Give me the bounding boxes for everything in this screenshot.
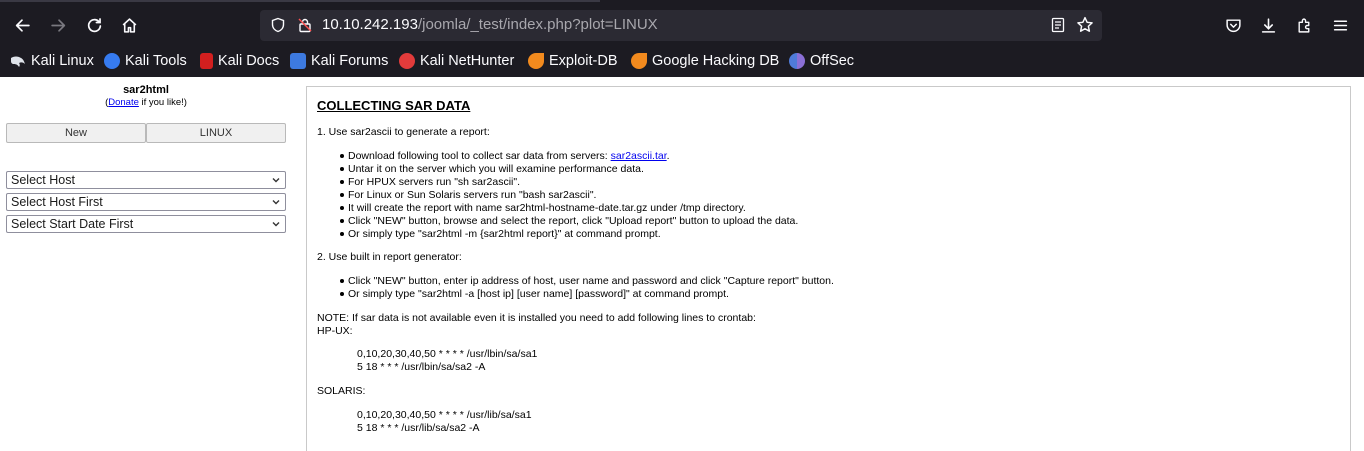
bookmark-star-icon[interactable] (1076, 16, 1094, 34)
url-bar[interactable]: 10.10.242.193/joomla/_test/index.php?plo… (260, 10, 1102, 41)
new-button[interactable]: New (6, 123, 146, 143)
list-item: Untar it on the server which you will ex… (340, 163, 644, 175)
tab-strip (0, 0, 1364, 4)
pocket-icon (1225, 18, 1241, 32)
sidebar: sar2html (Donate if you like!) New LINUX… (0, 77, 292, 451)
step1-text: 1. Use sar2ascii to generate a report: (317, 126, 490, 138)
downloads-button[interactable] (1256, 13, 1280, 37)
bookmark-label: Kali Linux (31, 53, 94, 69)
reload-icon (87, 17, 101, 32)
bookmark-kali-docs[interactable]: Kali Docs (200, 51, 279, 71)
kali-docs-icon (200, 53, 213, 69)
chevron-down-icon (272, 222, 280, 227)
select-end-date[interactable]: Select Start Date First (6, 215, 286, 233)
list-item: For Linux or Sun Solaris servers run "ba… (339, 189, 597, 201)
url-host: 10.10.242.193 (322, 16, 418, 33)
select-start-date[interactable]: Select Host First (6, 193, 286, 211)
reader-view-icon[interactable] (1050, 17, 1066, 33)
donate-suffix: if you like!) (138, 97, 187, 108)
bookmarks-toolbar: Kali Linux Kali Tools Kali Docs Kali For… (0, 47, 1364, 75)
list-item: Download following tool to collect sar d… (340, 150, 670, 162)
list-item: Or simply type "sar2html -a [host ip] [u… (340, 288, 729, 300)
bookmark-label: Kali Docs (218, 53, 280, 69)
app-menu-button[interactable] (1328, 13, 1352, 37)
os-linux-button[interactable]: LINUX (146, 123, 286, 143)
select-host[interactable]: Select Host (6, 171, 286, 189)
chevron-down-icon (272, 178, 280, 183)
ghdb-icon (631, 53, 647, 69)
bookmark-kali-forums[interactable]: Kali Forums (290, 51, 388, 71)
hpux-label: HP-UX: (317, 325, 353, 337)
crontab-line: 0,10,20,30,40,50 * * * * /usr/lib/sa/sa1 (357, 409, 532, 421)
bookmark-kali-linux[interactable]: Kali Linux (10, 51, 94, 71)
tracking-protection-shield-icon[interactable] (270, 17, 286, 33)
extensions-button[interactable] (1292, 13, 1316, 37)
list-item: Click "NEW" button, browse and select th… (339, 215, 799, 227)
kali-tools-icon (104, 53, 120, 69)
bookmark-label: OffSec (810, 53, 855, 69)
forward-button[interactable] (46, 13, 70, 37)
kali-forums-icon (290, 53, 306, 69)
kali-dragon-icon (11, 56, 25, 67)
step2-text: 2. Use built in report generator: (317, 251, 462, 263)
list-item: For HPUX servers run "sh sar2ascii". (340, 176, 520, 188)
sar2ascii-download-link[interactable]: sar2ascii.tar (611, 150, 667, 162)
app-title: sar2html (123, 84, 169, 96)
home-button[interactable] (117, 13, 141, 37)
instructions-panel: COLLECTING SAR DATA 1. Use sar2ascii to … (306, 86, 1351, 451)
arrow-right-icon (50, 18, 65, 32)
solaris-label: SOLARIS: (317, 385, 366, 397)
select-end-date-value: Select Start Date First (11, 217, 134, 231)
nethunter-icon (399, 53, 415, 69)
bookmark-kali-nethunter[interactable]: Kali NetHunter (399, 51, 514, 71)
bookmark-google-hacking-db[interactable]: Google Hacking DB (631, 51, 779, 71)
offsec-icon (789, 53, 805, 69)
home-icon (122, 17, 136, 33)
bookmark-offsec[interactable]: OffSec (789, 51, 854, 71)
exploit-db-icon (528, 53, 544, 69)
bullet-text: . (666, 150, 670, 162)
list-item: Click "NEW" button, enter ip address of … (340, 275, 834, 287)
donate-line: (Donate if you like!) (0, 97, 292, 108)
arrow-left-icon (15, 18, 30, 32)
bookmark-label: Exploit-DB (549, 53, 618, 69)
crontab-line: 5 18 * * * /usr/lbin/sa/sa2 -A (357, 361, 486, 373)
chevron-down-icon (272, 200, 280, 205)
bookmark-exploit-db[interactable]: Exploit-DB (528, 51, 618, 71)
bookmark-label: Kali Tools (125, 53, 187, 69)
url-text[interactable]: 10.10.242.193/joomla/_test/index.php?plo… (322, 16, 658, 33)
page-viewport: sar2html (Donate if you like!) New LINUX… (0, 77, 1364, 451)
bookmark-label: Kali Forums (311, 53, 389, 69)
note-text: NOTE: If sar data is not available even … (317, 312, 756, 324)
pocket-button[interactable] (1221, 13, 1245, 37)
select-start-date-value: Select Host First (11, 195, 103, 209)
donate-link[interactable]: Donate (108, 97, 139, 108)
bookmark-label: Google Hacking DB (652, 53, 780, 69)
select-host-value: Select Host (11, 173, 75, 187)
reload-button[interactable] (82, 13, 106, 37)
download-icon (1261, 17, 1275, 33)
bullet-text: Download following tool to collect sar d… (348, 150, 611, 162)
back-button[interactable] (10, 13, 34, 37)
crontab-line: 5 18 * * * /usr/lib/sa/sa2 -A (357, 422, 480, 434)
list-item: It will create the report with name sar2… (340, 202, 746, 214)
hamburger-menu-icon (1333, 19, 1347, 31)
browser-chrome: 10.10.242.193/joomla/_test/index.php?plo… (0, 0, 1364, 77)
list-item: Or simply type "sar2html -m {sar2html re… (340, 228, 661, 240)
tab-edge (0, 0, 600, 2)
bookmark-kali-tools[interactable]: Kali Tools (104, 51, 187, 71)
crontab-line: 0,10,20,30,40,50 * * * * /usr/lbin/sa/sa… (357, 348, 538, 360)
page-title: COLLECTING SAR DATA (317, 98, 471, 113)
puzzle-piece-icon (1297, 18, 1309, 33)
bookmark-label: Kali NetHunter (420, 53, 515, 69)
url-path: /joomla/_test/index.php?plot=LINUX (417, 16, 658, 33)
insecure-lock-icon[interactable] (297, 17, 313, 33)
